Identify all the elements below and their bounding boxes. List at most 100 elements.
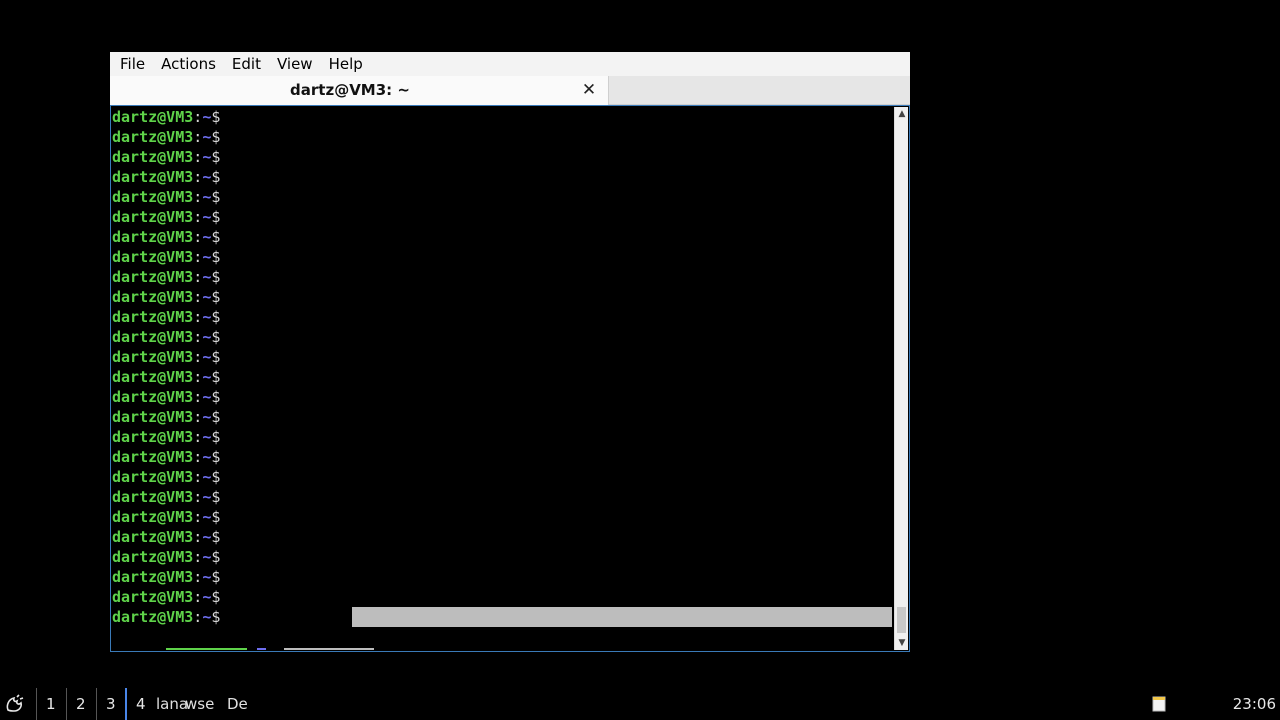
workspace-2[interactable]: 2: [66, 688, 86, 720]
prompt-path: ~: [202, 168, 212, 186]
prompt-colon: :: [193, 248, 203, 266]
prompt-line: dartz@VM3:~$: [112, 407, 220, 427]
prompt-dollar: $: [211, 268, 221, 286]
prompt-line: dartz@VM3:~$: [112, 587, 220, 607]
prompt-path: ~: [202, 548, 212, 566]
menu-help[interactable]: Help: [321, 52, 371, 76]
prompt-user: dartz@VM3: [112, 548, 194, 566]
prompt-path: ~: [202, 248, 212, 266]
prompt-line: dartz@VM3:~$: [112, 207, 220, 227]
prompt-colon: :: [193, 208, 203, 226]
prompt-dollar: $: [211, 228, 221, 246]
prompt-path: ~: [202, 208, 212, 226]
prompt-colon: :: [193, 188, 203, 206]
prompt-line: dartz@VM3:~$: [112, 607, 220, 627]
prompt-colon: :: [193, 268, 203, 286]
prompt-line: dartz@VM3:~$: [112, 367, 220, 387]
prompt-colon: :: [193, 468, 203, 486]
prompt-user: dartz@VM3: [166, 648, 248, 650]
prompt-line: dartz@VM3:~$: [112, 227, 220, 247]
vertical-scrollbar[interactable]: ▲ ▼: [894, 107, 908, 650]
tab-terminal[interactable]: dartz@VM3: ~ ✕: [110, 76, 609, 105]
prompt-colon: :: [193, 608, 203, 626]
prompt-user: dartz@VM3: [112, 468, 194, 486]
notes-icon[interactable]: [1150, 695, 1168, 713]
prompt-colon: :: [193, 288, 203, 306]
scroll-thumb[interactable]: [897, 607, 906, 633]
prompt-dollar: $: [211, 528, 221, 546]
task-button[interactable]: De: [227, 688, 248, 720]
prompt-line: dartz@VM3:~$: [112, 167, 220, 187]
prompt-dollar: $: [211, 188, 221, 206]
prompt-path: ~: [202, 388, 212, 406]
prompt-dollar: $: [211, 128, 221, 146]
prompt-line: dartz@VM3:~$: [112, 307, 220, 327]
start-menu-icon[interactable]: [4, 693, 26, 715]
workspace-3[interactable]: 3: [96, 688, 116, 720]
current-input[interactable]: jhbkhbjkhb: [283, 648, 374, 650]
prompt-path: ~: [202, 588, 212, 606]
prompt-line: dartz@VM3:~$: [112, 147, 220, 167]
prompt-dollar: $: [211, 508, 221, 526]
menu-actions[interactable]: Actions: [153, 52, 224, 76]
prompt-user: dartz@VM3: [112, 348, 194, 366]
menu-file[interactable]: File: [112, 52, 153, 76]
prompt-path: ~: [202, 188, 212, 206]
prompt-colon: :: [193, 348, 203, 366]
prompt-line: dartz@VM3:~$: [112, 467, 220, 487]
prompt-user: dartz@VM3: [112, 508, 194, 526]
prompt-line: dartz@VM3:~$: [112, 547, 220, 567]
prompt-user: dartz@VM3: [112, 608, 194, 626]
menu-view[interactable]: View: [269, 52, 321, 76]
terminal-output[interactable]: dartz@VM3:~$ dartz@VM3:~$ dartz@VM3:~$ dart…: [111, 107, 892, 650]
prompt-path: ~: [202, 148, 212, 166]
prompt-user: dartz@VM3: [112, 568, 194, 586]
prompt-line: dartz@VM3:~$: [112, 327, 220, 347]
prompt-colon: :: [193, 508, 203, 526]
workspace-1[interactable]: 1: [36, 688, 56, 720]
prompt-user: dartz@VM3: [112, 288, 194, 306]
prompt-path: ~: [202, 448, 212, 466]
prompt-line: dartz@VM3:~$: [112, 507, 220, 527]
prompt-user: dartz@VM3: [112, 368, 194, 386]
prompt-user: dartz@VM3: [112, 268, 194, 286]
prompt-colon: :: [193, 568, 203, 586]
current-prompt-line[interactable]: dartz@VM3:~$ jhbkhbjkhb: [112, 627, 374, 650]
scroll-down-icon[interactable]: ▼: [895, 636, 909, 650]
prompt-path: ~: [202, 488, 212, 506]
prompt-colon: :: [193, 408, 203, 426]
taskbar: 1 2 3 4 lana wse De 23:06: [0, 688, 1280, 720]
prompt-user: dartz@VM3: [112, 248, 194, 266]
prompt-path: ~: [202, 288, 212, 306]
prompt-dollar: $: [211, 548, 221, 566]
prompt-path: ~: [202, 408, 212, 426]
tab-title: dartz@VM3: ~: [290, 81, 410, 99]
prompt-dollar: $: [211, 148, 221, 166]
prompt-path: ~: [202, 608, 212, 626]
workspace-4[interactable]: 4: [125, 688, 146, 720]
prompt-dollar: $: [211, 608, 221, 626]
prompt-user: dartz@VM3: [112, 328, 194, 346]
prompt-dollar: $: [211, 368, 221, 386]
task-button[interactable]: wse: [185, 688, 214, 720]
clock[interactable]: 23:06: [1233, 688, 1276, 720]
prompt-user: dartz@VM3: [112, 228, 194, 246]
prompt-colon: :: [247, 648, 256, 650]
close-icon[interactable]: ✕: [580, 80, 598, 100]
prompt-colon: :: [193, 328, 203, 346]
prompt-colon: :: [193, 308, 203, 326]
task-button[interactable]: lana: [156, 688, 188, 720]
prompt-dollar: $: [211, 388, 221, 406]
scroll-up-icon[interactable]: ▲: [895, 107, 909, 121]
menu-edit[interactable]: Edit: [224, 52, 269, 76]
prompt-dollar: $: [211, 108, 221, 126]
prompt-path: ~: [202, 468, 212, 486]
prompt-user: dartz@VM3: [112, 308, 194, 326]
prompt-line: dartz@VM3:~$: [112, 387, 220, 407]
prompt-line: dartz@VM3:~$: [112, 127, 220, 147]
prompt-colon: :: [193, 108, 203, 126]
prompt-user: dartz@VM3: [112, 108, 194, 126]
prompt-dollar: $: [211, 168, 221, 186]
prompt-colon: :: [193, 488, 203, 506]
prompt-line: dartz@VM3:~$: [112, 487, 220, 507]
